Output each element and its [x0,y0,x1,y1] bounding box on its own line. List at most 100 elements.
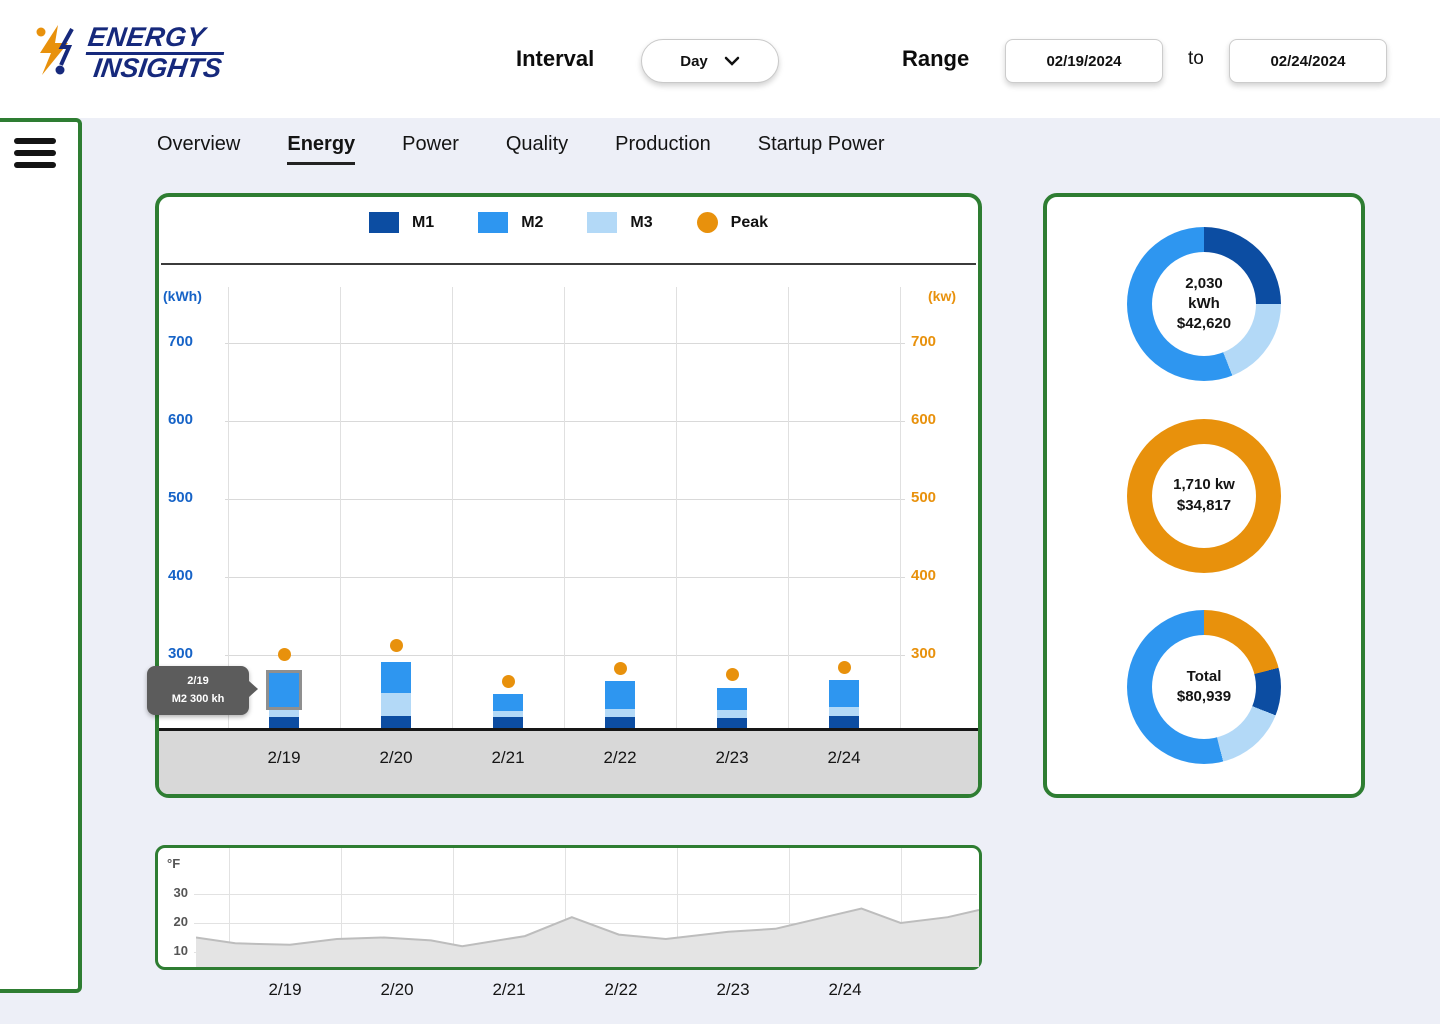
peak-dot-2-23[interactable] [725,668,739,682]
logo-text-energy: ENERGY [85,22,228,55]
bar-2-22-m2[interactable] [605,681,635,709]
tooltip-arrow [249,681,258,697]
bar-2-23-m3[interactable] [717,710,747,718]
range-start-input[interactable]: 02/19/2024 [1005,39,1163,83]
tab-startup-power[interactable]: Startup Power [758,133,885,165]
bar-2-24-m1[interactable] [829,716,859,728]
gridline-h [225,499,905,500]
temp-x-label-2-23: 2/23 [716,980,750,999]
range-end-input[interactable]: 02/24/2024 [1229,39,1387,83]
donut-center: Total $80,939 [1152,635,1256,739]
tab-production[interactable]: Production [615,133,711,165]
donut-center-text: $80,939 [1176,688,1232,705]
sidebar [0,118,82,993]
y-tick-right: 700 [911,333,937,350]
bar-2-19-m2[interactable] [266,670,302,710]
range-start-value: 02/19/2024 [1046,52,1122,70]
tab-energy[interactable]: Energy [287,133,356,165]
peak-dot-2-24[interactable] [837,661,851,675]
temp-unit-label: °F [167,856,181,871]
tooltip-date: 2/19 [187,675,209,687]
gridline-h [225,343,905,344]
y-tick-right: 500 [911,489,937,506]
donut-energy-total[interactable]: 2,030 kWh $42,620 [1127,227,1281,381]
bar-2-24-m3[interactable] [829,707,859,716]
peak-dot-2-21[interactable] [501,675,515,689]
bar-2-21-m3[interactable] [493,711,523,717]
logo-bolt-icon [36,25,74,75]
donut-center: 1,710 kw $34,817 [1152,443,1256,548]
temp-y-tick: 10 [173,943,188,958]
bar-2-23-m1[interactable] [717,718,747,728]
donut-cost-total[interactable]: Total $80,939 [1127,610,1281,764]
header: ENERGY INSIGHTS Interval Day Range 02/19… [0,0,1440,118]
x-axis-label-2-21: 2/21 [491,748,525,767]
gridline-v [676,287,677,728]
y-tick-right: 400 [911,567,937,584]
gridline-h [225,421,905,422]
gridline-v [564,287,565,728]
bar-2-23-m2[interactable] [717,688,747,710]
gridline-h [225,655,905,656]
energy-bar-chart-card: M1 M2 M3 Peak (kWh) (kw) 700 700 600 600 500 500… [147,193,982,798]
donut-center-text: 1,710 kw [1173,476,1235,494]
x-axis-label-2-20: 2/20 [379,748,413,767]
tab-bar: Overview Energy Power Quality Production Star… [157,133,884,165]
hamburger-menu-icon[interactable] [14,138,56,174]
y-tick-left: 400 [167,567,193,584]
temperature-area [196,907,979,967]
donut-center: 2,030 kWh $42,620 [1152,252,1256,356]
tab-quality[interactable]: Quality [506,133,568,165]
donut-center-text: $42,620 [1176,315,1232,333]
range-to-label: to [1188,48,1204,69]
bar-2-24-m2[interactable] [829,680,859,707]
bar-2-20-m1[interactable] [381,716,411,728]
tooltip-value: M2 300 kh [171,692,225,705]
peak-dot-2-22[interactable] [613,662,627,676]
donut-center-text: 2,030 [1185,274,1223,292]
y-tick-right: 300 [911,645,937,662]
temp-x-label-2-21: 2/21 [492,980,526,999]
x-axis-label-2-24: 2/24 [827,748,861,767]
gridline-v [452,287,453,728]
donut-center-text: Total [1186,667,1222,685]
temp-y-tick: 20 [173,914,188,929]
temp-x-label-2-22: 2/22 [604,980,638,999]
range-end-value: 02/24/2024 [1270,52,1346,70]
bar-2-22-m1[interactable] [605,717,635,728]
bar-2-21-m1[interactable] [493,717,523,728]
bar-2-20-m3[interactable] [381,693,411,716]
tab-overview[interactable]: Overview [157,133,240,165]
y-tick-left: 300 [167,645,193,662]
bar-2-21-m2[interactable] [493,694,523,711]
donut-power-total[interactable]: 1,710 kw $34,817 [1127,418,1281,573]
summary-donuts-card: 2,030 kWh $42,620 1,710 kw $34,817 Total $80,9… [1043,193,1365,798]
gridline-h [225,577,905,578]
gridline-v [228,287,229,728]
temp-y-tick: 30 [173,885,188,900]
logo-text: ENERGY INSIGHTS [82,22,228,83]
temp-x-label-2-20: 2/20 [380,980,414,999]
app-logo: ENERGY INSIGHTS [34,22,228,83]
tab-power[interactable]: Power [402,133,459,165]
bar-2-19-m1[interactable] [269,717,299,728]
temperature-chart-card: °F 30 20 10 [155,845,982,970]
y-tick-left: 600 [167,411,193,428]
chart-tooltip: 2/19 M2 300 kh [147,666,258,716]
temp-x-axis: 2/19 2/20 2/21 2/22 2/23 2/24 [158,980,985,1006]
x-axis-band: 2/19 2/20 2/21 2/22 2/23 2/24 [159,728,978,794]
bar-2-19-m3[interactable] [269,707,299,717]
x-axis-label-2-19: 2/19 [267,748,301,767]
donut-center-text: kWh [1188,294,1220,312]
bar-2-20-m2[interactable] [381,662,411,693]
interval-value: Day [680,52,708,70]
peak-dot-2-20[interactable] [389,638,403,652]
logo-text-insights: INSIGHTS [91,53,224,83]
bar-2-22-m3[interactable] [605,709,635,717]
y-tick-left: 700 [167,333,193,350]
interval-label: Interval [516,46,595,71]
peak-dot-2-19[interactable] [277,648,291,662]
gridline-v [340,287,341,728]
interval-dropdown[interactable]: Day [641,39,779,83]
bar-plot-area: 700 700 600 600 500 500 400 400 300 300 [159,197,978,794]
